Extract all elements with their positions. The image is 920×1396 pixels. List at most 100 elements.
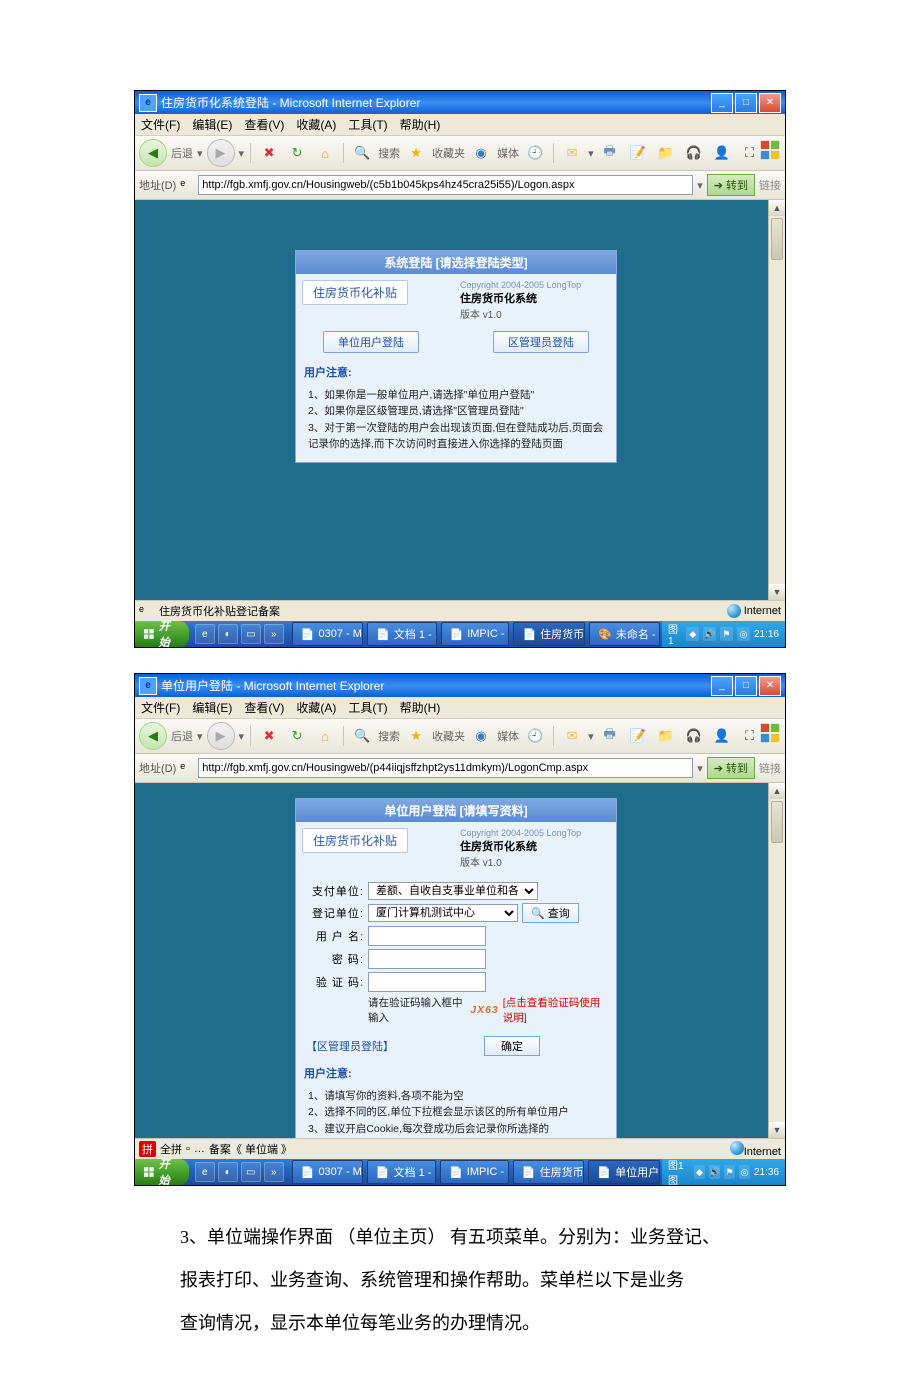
favorites-label[interactable]: 收藏夹 (432, 728, 465, 744)
msn-icon[interactable]: 👤 (710, 724, 734, 748)
media-label[interactable]: 媒体 (497, 145, 519, 161)
home-button[interactable]: ⌂ (313, 141, 337, 165)
folder-icon[interactable]: 📁 (654, 724, 678, 748)
address-input[interactable] (198, 175, 693, 195)
taskbar-item[interactable]: 📄 文档 1 - ... (367, 622, 436, 646)
favorites-icon[interactable]: ★ (404, 141, 428, 165)
edit-icon[interactable]: 📝 (626, 141, 650, 165)
menu-favorites[interactable]: 收藏(A) (296, 116, 336, 133)
mail-icon[interactable]: ✉ (560, 141, 584, 165)
menu-view[interactable]: 查看(V) (244, 116, 284, 133)
submit-button[interactable]: 确定 (484, 1036, 540, 1056)
pay-unit-select[interactable]: 差额、自收自支事业单位和各类企业 (368, 882, 538, 900)
mail-icon[interactable]: ✉ (560, 724, 584, 748)
quick-launch-icon[interactable]: ◐ (218, 1162, 238, 1182)
taskbar-item[interactable]: 🎨 未命名 - ... (589, 622, 660, 646)
history-icon[interactable]: 🕘 (523, 724, 547, 748)
quick-launch-desktop-icon[interactable]: ▭ (241, 1162, 261, 1182)
close-button[interactable]: ✕ (759, 676, 781, 696)
menu-help[interactable]: 帮助(H) (400, 116, 441, 133)
expand-icon[interactable]: ⛶ (738, 141, 762, 165)
taskbar-item[interactable]: 📄 文档 1 - ... (367, 1160, 436, 1184)
maximize-button[interactable]: □ (735, 676, 757, 696)
scroll-thumb[interactable] (771, 218, 783, 260)
reg-unit-select[interactable]: 厦门计算机测试中心 (368, 904, 518, 922)
refresh-button[interactable]: ↻ (285, 724, 309, 748)
links-label[interactable]: 链接 (759, 177, 781, 193)
tray-icon[interactable]: ◆ (686, 627, 699, 641)
go-button[interactable]: ➔ 转到 (707, 757, 755, 779)
scroll-up-icon[interactable]: ▲ (769, 200, 785, 216)
tray-icon[interactable]: ◎ (737, 627, 750, 641)
scroll-up-icon[interactable]: ▲ (769, 783, 785, 799)
captcha-help-link[interactable]: [点击查看验证码使用说明] (503, 995, 606, 1025)
ime-name[interactable]: 全拼 (160, 1141, 182, 1157)
tray-icon[interactable]: 🔊 (709, 1165, 720, 1179)
maximize-button[interactable]: □ (735, 93, 757, 113)
scrollbar[interactable]: ▲ ▼ (768, 200, 785, 600)
tray-icon[interactable]: ⚑ (720, 627, 733, 641)
start-button[interactable]: 开始 (135, 1159, 189, 1185)
tray-icon[interactable]: 🔊 (703, 627, 716, 641)
menu-tools[interactable]: 工具(T) (348, 116, 387, 133)
taskbar-item[interactable]: 📄 IMPIC - ... (440, 1160, 509, 1184)
system-tray[interactable]: 图1 图 ◆ 🔊 ⚑ ◎ 21:36 (662, 1159, 785, 1185)
password-input[interactable] (368, 949, 486, 969)
taskbar-item[interactable]: 📄 住房货币... (513, 622, 585, 646)
media-icon[interactable]: ◉ (469, 141, 493, 165)
quick-launch-chevron-icon[interactable]: » (264, 624, 284, 644)
username-input[interactable] (368, 926, 486, 946)
minimize-button[interactable]: _ (711, 676, 733, 696)
admin-login-link[interactable]: 【区管理员登陆】 (306, 1038, 394, 1054)
menu-view[interactable]: 查看(V) (244, 699, 284, 716)
folder-icon[interactable]: 📁 (654, 141, 678, 165)
taskbar-item[interactable]: 📄 住房货币... (513, 1160, 585, 1184)
taskbar-item[interactable]: 📄 0307 - M... (292, 622, 363, 646)
menu-help[interactable]: 帮助(H) (400, 699, 441, 716)
history-icon[interactable]: 🕘 (523, 141, 547, 165)
captcha-input[interactable] (368, 972, 486, 992)
quick-launch-icon[interactable]: ◐ (218, 624, 238, 644)
ime-btn[interactable]: … (194, 1143, 205, 1155)
back-button[interactable]: ◀ (139, 139, 167, 167)
media-label[interactable]: 媒体 (497, 728, 519, 744)
stop-button[interactable]: ✖ (257, 724, 281, 748)
start-button[interactable]: 开始 (135, 621, 189, 647)
tray-lang[interactable]: 图1 (668, 621, 682, 647)
query-button[interactable]: 🔍 查询 (522, 903, 579, 923)
system-tray[interactable]: 图1 ◆ 🔊 ⚑ ◎ 21:16 (662, 621, 785, 647)
quick-launch-desktop-icon[interactable]: ▭ (241, 624, 261, 644)
go-button[interactable]: ➔ 转到 (707, 174, 755, 196)
favorites-icon[interactable]: ★ (404, 724, 428, 748)
edit-icon[interactable]: 📝 (626, 724, 650, 748)
address-input[interactable] (198, 758, 693, 778)
links-label[interactable]: 链接 (759, 760, 781, 776)
search-icon[interactable]: 🔍 (350, 724, 374, 748)
admin-login-button[interactable]: 区管理员登陆 (493, 331, 589, 353)
unit-user-login-button[interactable]: 单位用户登陆 (323, 331, 419, 353)
search-icon[interactable]: 🔍 (350, 141, 374, 165)
home-button[interactable]: ⌂ (313, 724, 337, 748)
scrollbar[interactable]: ▲ ▼ (768, 783, 785, 1138)
favorites-label[interactable]: 收藏夹 (432, 145, 465, 161)
scroll-down-icon[interactable]: ▼ (769, 1122, 785, 1138)
ime-btn[interactable]: ▫ (186, 1143, 190, 1155)
scroll-down-icon[interactable]: ▼ (769, 584, 785, 600)
ime-icon[interactable]: 拼 (139, 1141, 156, 1157)
taskbar-item[interactable]: 📄 IMPIC - ... (441, 622, 510, 646)
headphones-icon[interactable]: 🎧 (682, 724, 706, 748)
menu-file[interactable]: 文件(F) (141, 116, 180, 133)
tray-lang[interactable]: 图1 图 (668, 1157, 690, 1187)
scroll-thumb[interactable] (771, 801, 783, 843)
refresh-button[interactable]: ↻ (285, 141, 309, 165)
tray-icon[interactable]: ⚑ (724, 1165, 735, 1179)
print-icon[interactable]: 🖶 (598, 724, 622, 748)
media-icon[interactable]: ◉ (469, 724, 493, 748)
print-icon[interactable]: 🖶 (598, 141, 622, 165)
menu-favorites[interactable]: 收藏(A) (296, 699, 336, 716)
minimize-button[interactable]: _ (711, 93, 733, 113)
back-button[interactable]: ◀ (139, 722, 167, 750)
quick-launch-ie-icon[interactable]: e (195, 1162, 215, 1182)
expand-icon[interactable]: ⛶ (738, 724, 762, 748)
taskbar-item[interactable]: 📄 单位用户... (588, 1160, 660, 1184)
